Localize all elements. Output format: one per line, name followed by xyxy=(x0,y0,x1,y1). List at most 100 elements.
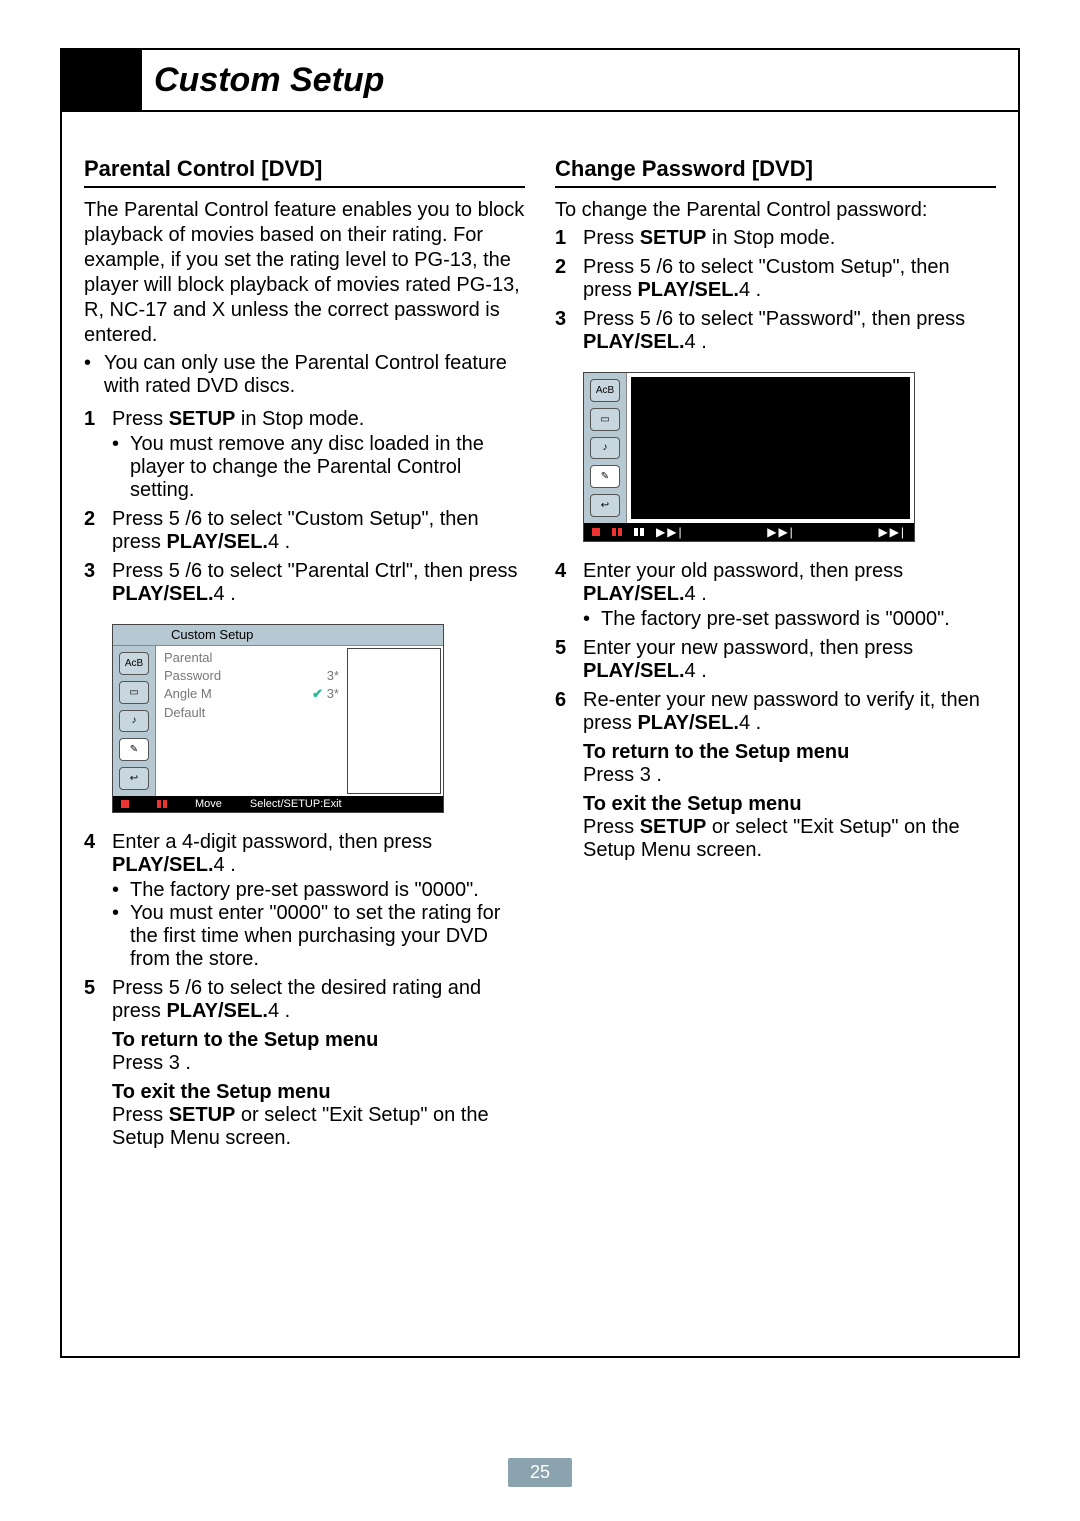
osd-value: 3* xyxy=(327,668,339,683)
text: in Stop mode. xyxy=(706,227,835,249)
skip-next-icon: ▶▶| xyxy=(767,525,795,539)
content-columns: Parental Control [DVD] The Parental Cont… xyxy=(62,112,1018,1150)
up-glyph: 5 xyxy=(640,256,651,278)
osd-icon-custom: ✎ xyxy=(590,465,620,488)
enter-glyph: 4 xyxy=(268,1000,279,1022)
osd-footer: Move Select/SETUP:Exit xyxy=(113,796,443,812)
setup-key: SETUP xyxy=(640,227,707,249)
step-number: 4 xyxy=(555,560,571,631)
section-heading-password: Change Password [DVD] xyxy=(555,156,996,182)
step-4: 4 Enter a 4-digit password, then press P… xyxy=(84,831,525,971)
step-2: 2 Press 5 /6 to select "Custom Setup", t… xyxy=(84,508,525,554)
text: . xyxy=(279,531,290,553)
text: Enter your new password, then press xyxy=(583,637,913,659)
heading-rule xyxy=(555,186,996,188)
up-glyph: 5 xyxy=(169,508,180,530)
left-glyph: 3 xyxy=(640,764,651,786)
text: Enter your old password, then press xyxy=(583,560,903,582)
text: Press xyxy=(112,560,169,582)
osd-screenshot-password: AᴄB ▭ ♪ ✎ ↩ ▶▶| ▶▶| xyxy=(583,372,996,542)
play-sel-key: PLAY/SEL. xyxy=(583,583,685,605)
right-column: Change Password [DVD] To change the Pare… xyxy=(555,152,996,1150)
title-band: Custom Setup xyxy=(62,50,1018,112)
title-accent xyxy=(62,50,142,110)
osd-footer: ▶▶| ▶▶| ▶▶| xyxy=(584,523,914,541)
step-number: 6 xyxy=(555,689,571,735)
play-sel-key: PLAY/SEL. xyxy=(112,583,214,605)
osd-value: 3* xyxy=(327,686,339,701)
up-glyph: 5 xyxy=(640,308,651,330)
down-glyph: 6 xyxy=(662,256,673,278)
play-sel-key: PLAY/SEL. xyxy=(166,1000,268,1022)
play-sel-key: PLAY/SEL. xyxy=(637,712,739,734)
osd-label: Parental xyxy=(164,650,212,665)
page-title: Custom Setup xyxy=(142,50,1018,110)
note-text: You must remove any disc loaded in the p… xyxy=(130,433,525,502)
skip-next-icon: ▶▶| xyxy=(656,525,684,539)
stop-icon xyxy=(592,528,600,536)
text: Press xyxy=(583,764,640,786)
osd-icon-custom: ✎ xyxy=(119,738,149,761)
osd-icon-display: ▭ xyxy=(590,408,620,431)
osd-icon-audio: ♪ xyxy=(119,710,149,733)
parental-intro: The Parental Control feature enables you… xyxy=(84,198,525,348)
exit-block: To exit the Setup menu Press SETUP or se… xyxy=(583,793,996,862)
text: Press xyxy=(112,1104,169,1126)
return-block: To return to the Setup menu Press 3 . xyxy=(583,741,996,787)
down-glyph: 6 xyxy=(191,508,202,530)
password-steps: 1 Press SETUP in Stop mode. 2 Press 5 /6… xyxy=(555,227,996,354)
enter-glyph: 4 xyxy=(685,331,696,353)
osd-sidebar: AᴄB ▭ ♪ ✎ ↩ xyxy=(113,646,156,796)
text: Press xyxy=(112,408,169,430)
text: / xyxy=(180,977,191,999)
step-number: 5 xyxy=(84,977,100,1023)
step-5: 5 Enter your new password, then press PL… xyxy=(555,637,996,683)
osd-label: Default xyxy=(164,705,205,720)
step-number: 1 xyxy=(555,227,571,250)
enter-glyph: 4 xyxy=(739,279,750,301)
bullet: • xyxy=(112,902,122,971)
osd-icon-language: AᴄB xyxy=(119,652,149,675)
text: . xyxy=(696,583,707,605)
step-number: 2 xyxy=(84,508,100,554)
text: Press xyxy=(112,1052,169,1074)
password-intro: To change the Parental Control password: xyxy=(555,198,996,223)
step-1: 1 Press SETUP in Stop mode. • You must r… xyxy=(84,408,525,502)
down-glyph: 6 xyxy=(191,560,202,582)
text: to select "Parental Ctrl", then press xyxy=(202,560,517,582)
osd-menu-labels: Parental Password 3* Angle M ✔ 3* Default xyxy=(156,646,347,796)
enter-glyph: 4 xyxy=(739,712,750,734)
play-sel-key: PLAY/SEL. xyxy=(112,854,214,876)
step-3: 3 Press 5 /6 to select "Parental Ctrl", … xyxy=(84,560,525,606)
text: Press xyxy=(583,227,640,249)
step-4: 4 Enter your old password, then press PL… xyxy=(555,560,996,631)
text: . xyxy=(225,854,236,876)
section-heading-parental: Parental Control [DVD] xyxy=(84,156,525,182)
enter-glyph: 4 xyxy=(685,660,696,682)
return-heading: To return to the Setup menu xyxy=(112,1029,525,1052)
check-icon: ✔ xyxy=(312,686,323,701)
osd-dark-area xyxy=(631,377,910,519)
setup-key: SETUP xyxy=(169,408,236,430)
step-5: 5 Press 5 /6 to select the desired ratin… xyxy=(84,977,525,1023)
text: . xyxy=(750,712,761,734)
text: in Stop mode. xyxy=(235,408,364,430)
text: / xyxy=(651,308,662,330)
up-glyph: 5 xyxy=(169,560,180,582)
text: . xyxy=(651,764,662,786)
note-text: You can only use the Parental Control fe… xyxy=(104,352,525,398)
left-glyph: 3 xyxy=(169,1052,180,1074)
step-number: 3 xyxy=(84,560,100,606)
skip-next-icon: ▶▶| xyxy=(878,525,906,539)
osd-preview-box xyxy=(347,648,441,794)
exit-block: To exit the Setup menu Press SETUP or se… xyxy=(112,1081,525,1150)
text: Press xyxy=(583,256,640,278)
osd-label: Password xyxy=(164,668,221,683)
text: Press xyxy=(112,977,169,999)
note-text: The factory pre-set password is "0000". xyxy=(601,608,950,631)
osd-label: Angle M xyxy=(164,686,212,702)
password-steps-cont: 4 Enter your old password, then press PL… xyxy=(555,560,996,735)
step-number: 3 xyxy=(555,308,571,354)
osd-foot-move: Move xyxy=(195,798,222,810)
step-1: 1 Press SETUP in Stop mode. xyxy=(555,227,996,250)
